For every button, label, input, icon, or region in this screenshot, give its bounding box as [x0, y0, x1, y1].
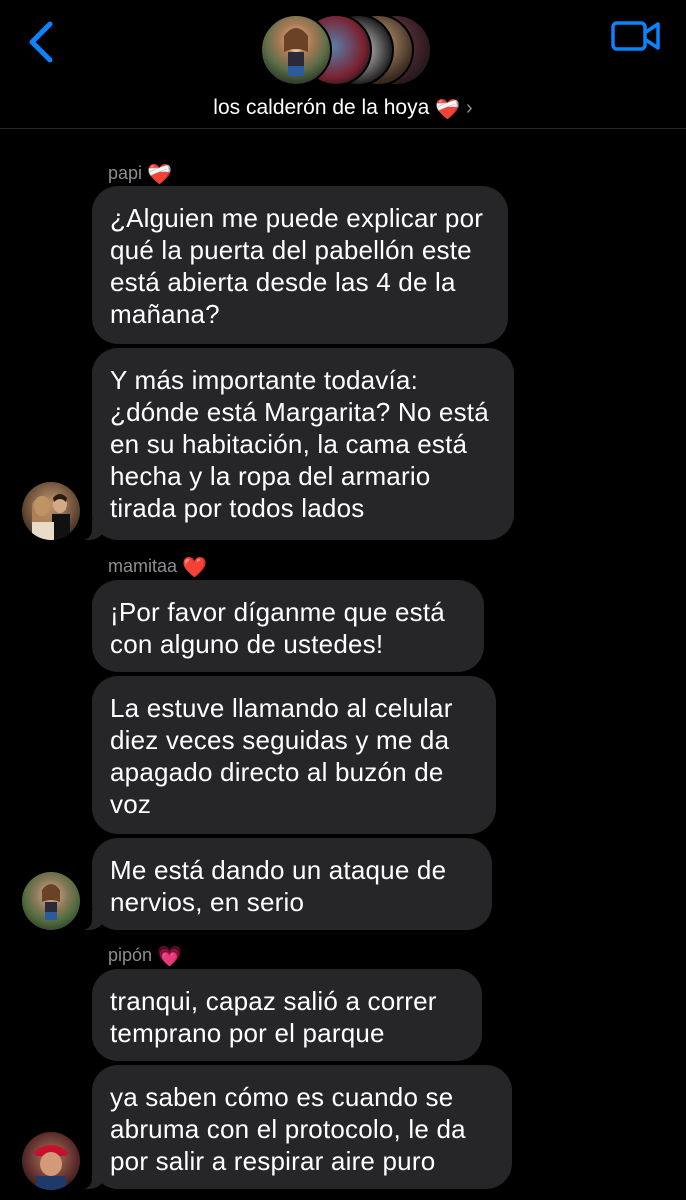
message-bubble[interactable]: ¡Por favor díganme que está con alguno d… — [92, 580, 484, 672]
message-text: La estuve llamando al celular diez veces… — [110, 693, 453, 819]
message-bubble[interactable]: tranqui, capaz salió a correr temprano p… — [92, 969, 482, 1061]
message-bubble[interactable]: ¿Alguien me puede explicar por qué la pu… — [92, 186, 508, 344]
message-text: Me está dando un ataque de nervios, en s… — [110, 855, 447, 917]
message-text: ya saben cómo es cuando se abruma con el… — [110, 1082, 466, 1176]
chevron-right-icon: › — [466, 97, 473, 119]
video-camera-icon[interactable] — [610, 18, 662, 54]
group-member-avatar — [260, 14, 332, 86]
message-bubble[interactable]: Y más importante todavía: ¿dónde está Ma… — [82, 348, 514, 540]
sender-name: pipón 💗 — [108, 944, 182, 969]
sender-emoji: ❤️ — [182, 557, 207, 579]
chevron-left-icon[interactable] — [24, 20, 60, 64]
sender-name: papi ❤️‍🩹 — [108, 162, 172, 187]
sender-avatar[interactable] — [22, 872, 80, 930]
sender-name: mamitaa ❤️ — [108, 555, 207, 580]
conversation-header: los calderón de la hoya ❤️‍🩹 › — [0, 0, 686, 129]
sender-emoji: 💗 — [157, 946, 182, 968]
message-text: Y más importante todavía: ¿dónde está Ma… — [110, 365, 489, 523]
message-text: tranqui, capaz salió a correr temprano p… — [110, 986, 437, 1048]
group-name-label: los calderón de la hoya — [213, 96, 430, 119]
sender-avatar[interactable] — [22, 1132, 80, 1190]
group-name-emoji: ❤️‍🩹 — [435, 99, 461, 121]
sender-label: pipón — [108, 945, 153, 965]
sender-label: mamitaa — [108, 556, 178, 576]
sender-label: papi — [108, 163, 143, 183]
message-text: ¡Por favor díganme que está con alguno d… — [110, 597, 445, 659]
sender-avatar[interactable] — [22, 482, 80, 540]
group-name-button[interactable]: los calderón de la hoya ❤️‍🩹 › — [0, 96, 686, 122]
message-bubble[interactable]: Me está dando un ataque de nervios, en s… — [82, 838, 492, 930]
message-bubble[interactable]: ya saben cómo es cuando se abruma con el… — [82, 1065, 512, 1189]
message-text: ¿Alguien me puede explicar por qué la pu… — [110, 203, 484, 329]
sender-emoji: ❤️‍🩹 — [147, 164, 172, 186]
group-avatar-stack[interactable] — [256, 14, 436, 90]
message-bubble[interactable]: La estuve llamando al celular diez veces… — [92, 676, 496, 834]
